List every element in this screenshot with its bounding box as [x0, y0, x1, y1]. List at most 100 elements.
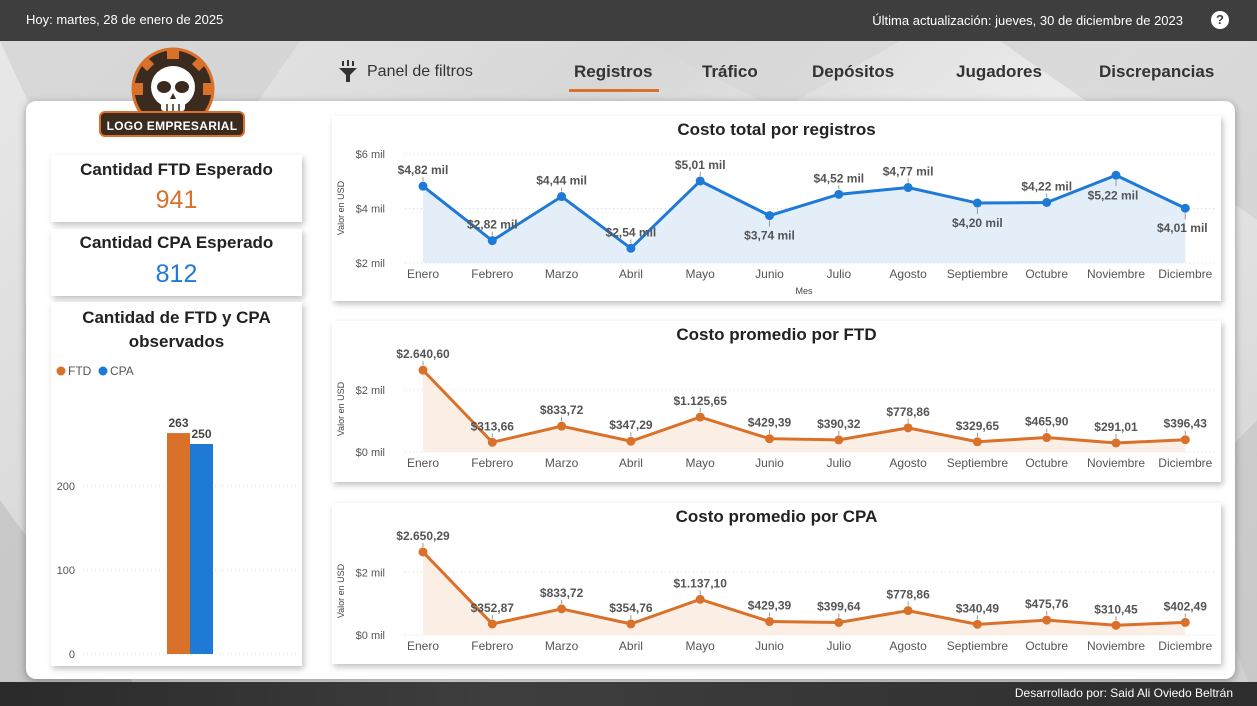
filter-panel-button[interactable]: Panel de filtros — [337, 58, 473, 86]
series-line — [421, 550, 1186, 627]
bar-cpa — [190, 444, 213, 654]
x-tick-label: Noviembre — [1087, 267, 1145, 281]
tab-registros[interactable]: Registros — [574, 62, 652, 82]
footer-bar: Desarrollado por: Said Ali Oviedo Beltrá… — [0, 682, 1257, 706]
data-label: $833,72 — [540, 586, 584, 600]
total-cost-line-chart: $2 mil $4 mil $6 mil Valor en USD $4,82 mil E… — [336, 149, 1214, 296]
data-point — [695, 412, 705, 422]
y-tick-label: $2 mil — [356, 385, 385, 397]
x-tick-label: Junio — [755, 639, 784, 653]
tab-trafico[interactable]: Tráfico — [702, 62, 758, 82]
cpa-cost-chart-card: Costo promedio por CPA $0 mil $2 mil Valor… — [332, 503, 1221, 664]
tab-depositos[interactable]: Depósitos — [812, 62, 894, 82]
x-tick-label: Marzo — [545, 456, 579, 470]
data-point — [972, 198, 982, 208]
data-label: $778,86 — [886, 588, 930, 602]
data-label: $399,64 — [817, 599, 861, 613]
data-label: $402,49 — [1164, 599, 1208, 613]
y-axis-label: Valor en USD — [336, 180, 346, 235]
data-label: $1.137,10 — [674, 576, 728, 590]
data-label: $4,22 mil — [1021, 180, 1072, 194]
data-point — [1180, 203, 1190, 213]
data-label: $2,82 mil — [467, 218, 518, 232]
x-tick-label: Diciembre — [1158, 267, 1212, 281]
data-label: $833,72 — [540, 403, 584, 417]
top-bar: Hoy: martes, 28 de enero de 2025 Última … — [0, 0, 1257, 41]
data-label: $465,90 — [1025, 415, 1069, 429]
data-point — [1111, 438, 1121, 448]
data-point — [972, 437, 982, 447]
x-tick-label: Abril — [619, 639, 643, 653]
bar-value-label: 250 — [191, 427, 211, 441]
data-point — [834, 617, 844, 627]
data-label: $4,20 mil — [952, 216, 1003, 230]
data-label: $396,43 — [1164, 417, 1208, 431]
data-label: $4,77 mil — [883, 165, 934, 179]
data-label: $5,22 mil — [1088, 188, 1139, 202]
x-tick-label: Abril — [619, 456, 643, 470]
kpi-ftd-title: Cantidad FTD Esperado — [80, 160, 273, 179]
x-tick-label: Julio — [826, 639, 851, 653]
x-tick-label: Enero — [407, 267, 439, 281]
y-axis-label: Valor en USD — [336, 381, 346, 436]
data-point — [487, 236, 497, 246]
data-label: $2.650,29 — [396, 529, 450, 543]
data-point — [765, 211, 774, 221]
data-point — [695, 176, 705, 186]
data-label: $340,49 — [956, 601, 1000, 615]
data-point — [765, 434, 774, 444]
data-label: $5,01 mil — [675, 158, 726, 172]
data-point — [557, 421, 567, 431]
data-point — [695, 594, 705, 604]
x-tick-label: Mayo — [686, 639, 716, 653]
data-label: $1.125,65 — [674, 394, 728, 408]
tab-jugadores[interactable]: Jugadores — [956, 62, 1042, 82]
data-point — [903, 423, 913, 433]
data-label: $4,52 mil — [813, 171, 864, 185]
data-label: $4,44 mil — [536, 174, 587, 188]
logo-text: LOGO EMPRESARIAL — [99, 111, 245, 137]
x-tick-label: Febrero — [471, 639, 513, 653]
data-label: $2.640,60 — [396, 347, 450, 361]
y-tick-label: $4 mil — [356, 204, 385, 216]
y-axis-label: Valor en USD — [336, 563, 346, 618]
funnel-icon — [339, 60, 357, 82]
y-tick-label: 200 — [57, 481, 75, 493]
data-point — [903, 606, 913, 616]
bar-ftd — [167, 433, 190, 654]
data-point — [626, 436, 636, 446]
x-tick-label: Agosto — [889, 456, 927, 470]
series-line — [421, 369, 1186, 445]
data-label: $4,82 mil — [398, 163, 449, 177]
data-point — [1180, 617, 1190, 627]
data-point — [1042, 433, 1052, 443]
y-tick-label: 0 — [69, 649, 75, 661]
x-tick-label: Julio — [826, 267, 851, 281]
data-point — [903, 183, 913, 193]
data-point — [487, 437, 497, 447]
data-point — [1180, 435, 1190, 445]
data-label: $291,01 — [1094, 420, 1138, 434]
legend-label-cpa: CPA — [110, 364, 134, 378]
y-tick-label: 100 — [57, 565, 75, 577]
legend-dot-cpa — [98, 366, 108, 376]
total-cost-chart-card: Costo total por registros $2 mil $4 mil $6… — [332, 116, 1221, 301]
kpi-cpa-value: 812 — [155, 260, 198, 288]
x-tick-label: Noviembre — [1087, 456, 1145, 470]
y-tick-label: $2 mil — [356, 258, 385, 270]
data-point — [1042, 198, 1052, 208]
data-label: $4,01 mil — [1157, 221, 1208, 235]
developer-credit: Desarrollado por: Said Ali Oviedo Beltrá… — [1014, 686, 1233, 700]
x-tick-label: Mayo — [686, 456, 716, 470]
data-label: $313,66 — [471, 419, 515, 433]
data-point — [418, 547, 428, 557]
tab-discrepancias[interactable]: Discrepancias — [1099, 62, 1214, 82]
observed-bar-chart: FTD CPA 0 100 200 263250 — [56, 364, 297, 661]
data-point — [765, 617, 774, 627]
x-tick-label: Agosto — [889, 639, 927, 653]
data-point — [626, 243, 636, 253]
data-point — [626, 619, 636, 629]
help-icon[interactable]: ? — [1211, 11, 1229, 29]
kpi-ftd-value: 941 — [155, 186, 198, 214]
data-label: $475,76 — [1025, 597, 1069, 611]
